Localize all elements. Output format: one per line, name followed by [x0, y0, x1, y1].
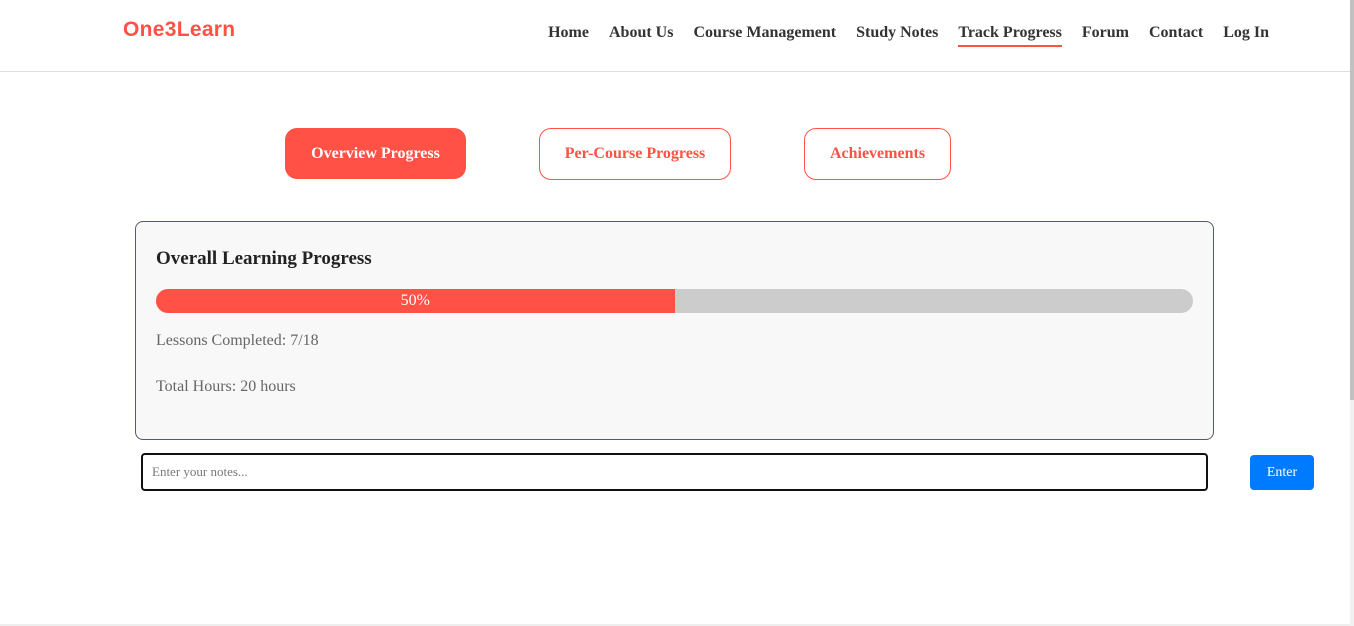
- nav-course-management[interactable]: Course Management: [693, 24, 836, 47]
- main-nav: Home About Us Course Management Study No…: [548, 24, 1269, 47]
- progress-percent-label: 50%: [400, 292, 430, 309]
- scrollbar-thumb[interactable]: [1350, 0, 1354, 400]
- lessons-completed: Lessons Completed: 7/18: [156, 332, 319, 349]
- site-header: One3Learn Home About Us Course Managemen…: [0, 0, 1350, 72]
- nav-about-us[interactable]: About Us: [609, 24, 673, 47]
- card-title: Overall Learning Progress: [156, 248, 372, 269]
- nav-track-progress[interactable]: Track Progress: [958, 24, 1062, 47]
- nav-home[interactable]: Home: [548, 24, 589, 47]
- progress-bar: 50%: [156, 289, 1193, 313]
- enter-button[interactable]: Enter: [1250, 455, 1314, 490]
- tab-per-course-progress[interactable]: Per-Course Progress: [539, 128, 731, 180]
- nav-contact[interactable]: Contact: [1149, 24, 1203, 47]
- notes-input[interactable]: [141, 453, 1208, 491]
- overall-progress-card: Overall Learning Progress 50% Lessons Co…: [135, 221, 1214, 440]
- nav-study-notes[interactable]: Study Notes: [856, 24, 938, 47]
- tab-overview-progress[interactable]: Overview Progress: [285, 128, 466, 179]
- nav-forum[interactable]: Forum: [1082, 24, 1129, 47]
- tab-achievements[interactable]: Achievements: [804, 128, 951, 180]
- progress-bar-fill: 50%: [156, 289, 675, 313]
- site-logo[interactable]: One3Learn: [123, 18, 235, 42]
- total-hours: Total Hours: 20 hours: [156, 378, 296, 395]
- page-scrollbar[interactable]: [1350, 0, 1354, 626]
- nav-log-in[interactable]: Log In: [1223, 24, 1269, 47]
